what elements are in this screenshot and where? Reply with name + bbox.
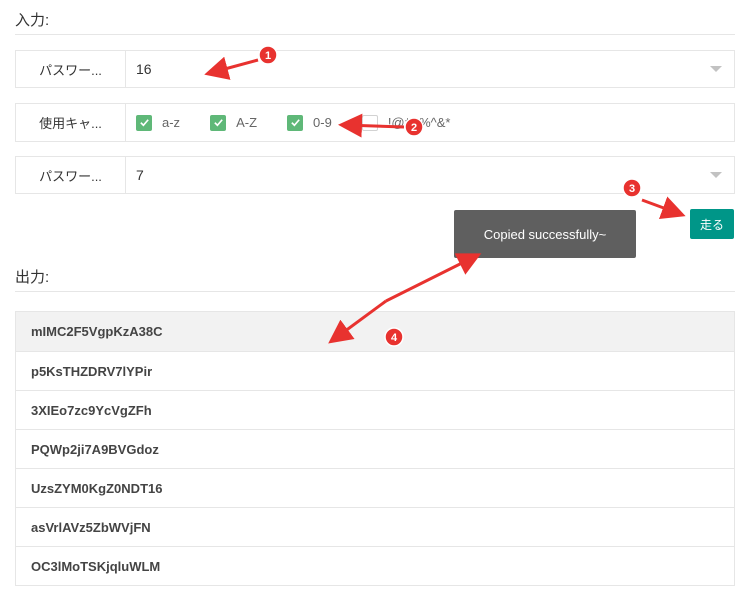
checkbox-symbols[interactable]: !@#$%^&* bbox=[361, 114, 451, 131]
checkbox-digits[interactable]: 0-9 bbox=[287, 114, 332, 131]
password-row[interactable]: asVrlAVz5ZbWVjFN bbox=[16, 507, 734, 546]
input-section-title: 入力: bbox=[15, 12, 50, 29]
password-count-label: パスワー... bbox=[16, 157, 126, 193]
checkbox-uppercase[interactable]: A-Z bbox=[210, 114, 258, 131]
password-row[interactable]: p5KsTHZDRV7lYPir bbox=[16, 351, 734, 390]
chevron-down-icon bbox=[710, 172, 722, 178]
character-set-options: a-z A-Z 0-9 !@#$%^&* bbox=[126, 104, 734, 141]
checkbox-label: A-Z bbox=[236, 115, 258, 130]
password-length-select[interactable]: 16 bbox=[126, 51, 734, 87]
checkbox-label: !@#$%^&* bbox=[387, 115, 451, 130]
annotation-arrow-3 bbox=[641, 196, 686, 220]
password-list: mIMC2F5VgpKzA38C p5KsTHZDRV7lYPir 3XIEo7… bbox=[15, 311, 735, 586]
output-section-title: 出力: bbox=[15, 269, 50, 286]
checkbox-lowercase[interactable]: a-z bbox=[136, 114, 181, 131]
password-row[interactable]: OC3lMoTSKjqluWLM bbox=[16, 546, 734, 585]
password-row[interactable]: 3XIEo7zc9YcVgZFh bbox=[16, 390, 734, 429]
character-set-label: 使用キャ... bbox=[16, 104, 126, 141]
password-count-row: パスワー... 7 bbox=[15, 156, 735, 194]
checkbox-label: 0-9 bbox=[313, 115, 332, 130]
password-row[interactable]: mIMC2F5VgpKzA38C bbox=[16, 312, 734, 351]
password-count-select[interactable]: 7 bbox=[126, 157, 734, 193]
output-divider bbox=[15, 291, 735, 292]
chevron-down-icon bbox=[710, 66, 722, 72]
password-length-row: パスワー... 16 bbox=[15, 50, 735, 88]
password-length-label: パスワー... bbox=[16, 51, 126, 87]
checkbox-checked-icon bbox=[210, 114, 227, 131]
password-length-value: 16 bbox=[136, 61, 152, 77]
password-row[interactable]: PQWp2ji7A9BVGdoz bbox=[16, 429, 734, 468]
character-set-row: 使用キャ... a-z A-Z 0-9 !@#$%^&* bbox=[15, 103, 735, 142]
password-row[interactable]: UzsZYM0KgZ0NDT16 bbox=[16, 468, 734, 507]
checkbox-checked-icon bbox=[136, 114, 152, 131]
checkbox-unchecked-icon bbox=[361, 114, 378, 131]
password-count-value: 7 bbox=[136, 167, 144, 183]
checkbox-label: a-z bbox=[162, 115, 181, 130]
run-button[interactable]: 走る bbox=[690, 209, 734, 239]
copied-toast: Copied successfully~ bbox=[454, 210, 636, 258]
checkbox-checked-icon bbox=[287, 114, 304, 131]
input-divider bbox=[15, 34, 735, 35]
